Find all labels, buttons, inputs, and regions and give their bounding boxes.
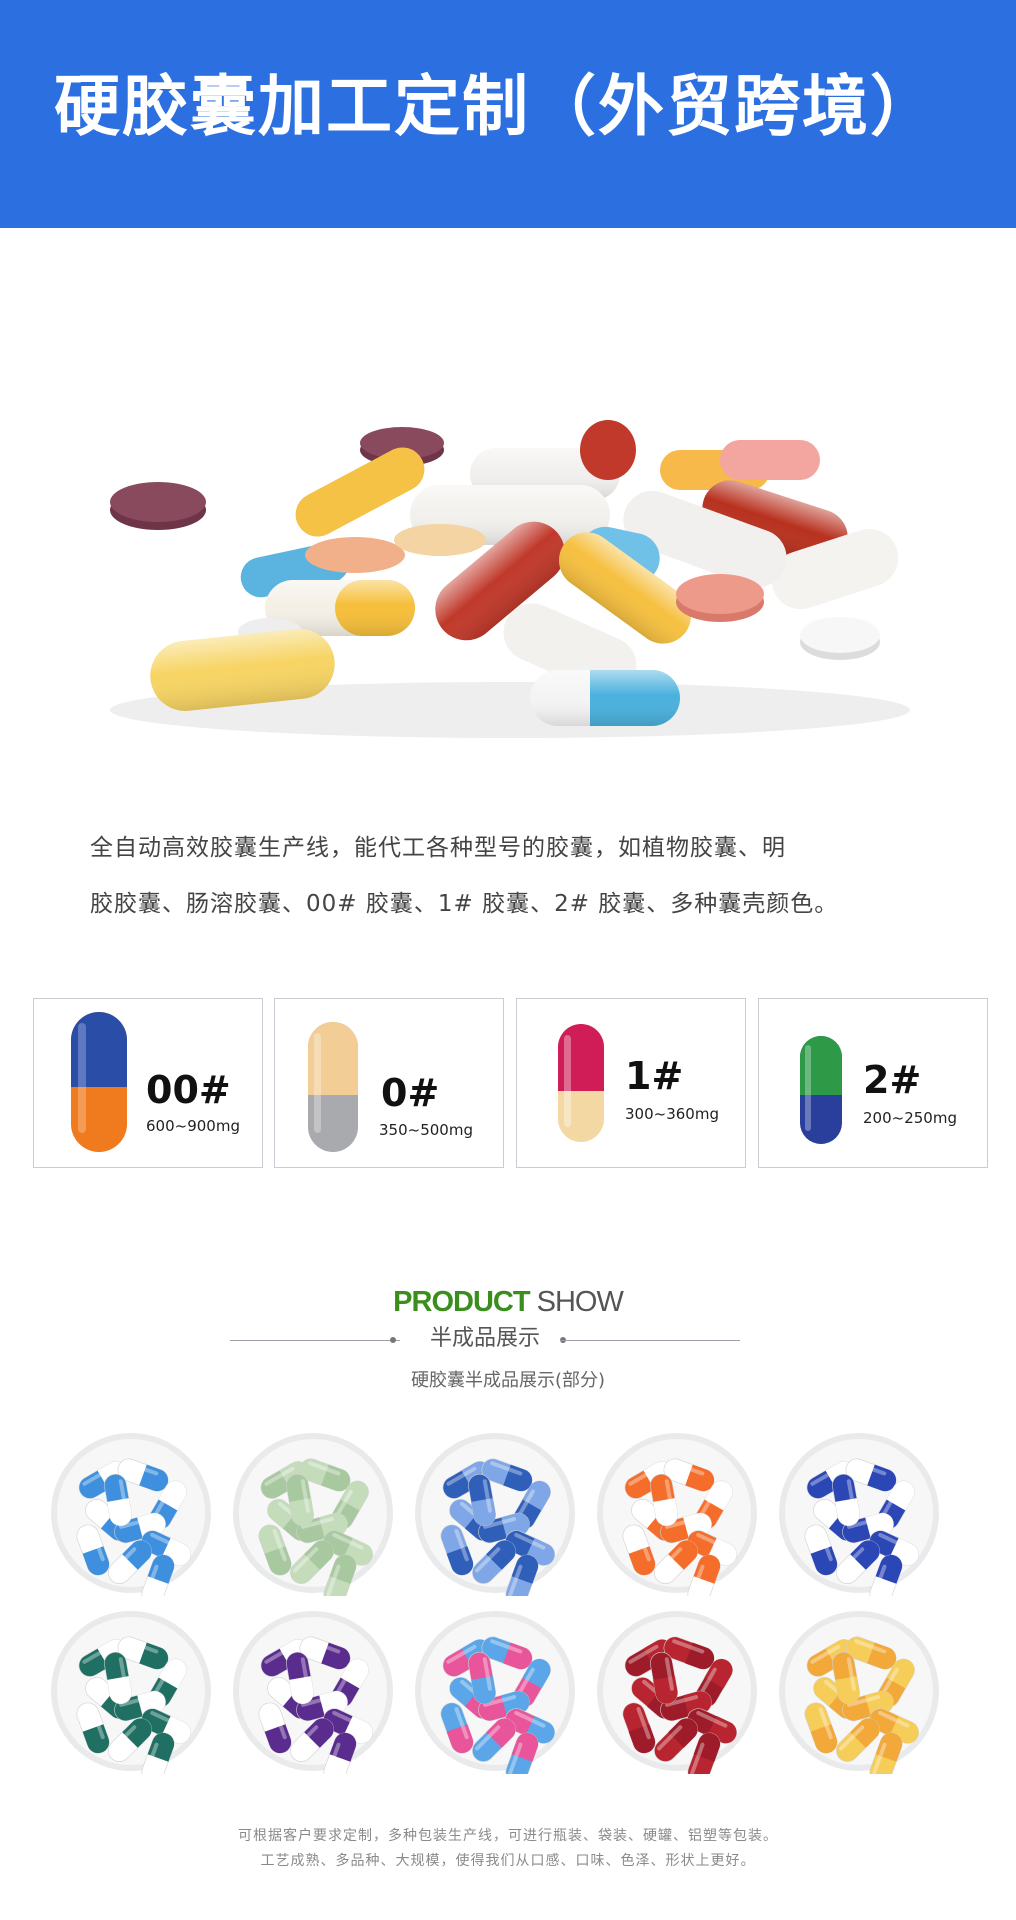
- page: 硬胶囊加工定制（外贸跨境） 全自动高效胶囊生产线，能代工各种型号的胶囊，如植物胶…: [0, 0, 1016, 1920]
- capsule-2-icon: [800, 1036, 842, 1144]
- size-label: 2#: [863, 1058, 922, 1102]
- capsule-1-icon: [558, 1024, 604, 1142]
- bowl-pink-blue: [415, 1611, 575, 1774]
- product-show-title-bold: PRODUCT: [393, 1286, 530, 1318]
- bowl-sage-green: [233, 1433, 393, 1596]
- bowl-teal-white: [51, 1611, 211, 1774]
- size-range: 200~250mg: [863, 1109, 957, 1127]
- size-card-00: 00# 600~900mg: [33, 998, 263, 1168]
- product-show-subtitle: 半成品展示: [429, 1326, 540, 1351]
- bowl-purple-white: [233, 1611, 393, 1774]
- product-bowls-grid: [48, 1430, 968, 1774]
- product-show-subtitle-row: 半成品展示: [230, 1326, 740, 1356]
- bowl-blue-light-blue: [415, 1433, 575, 1596]
- size-label: 0#: [381, 1071, 440, 1115]
- bowl-navy-white: [779, 1433, 939, 1596]
- bowl-dark-red: [597, 1611, 757, 1774]
- bowl-yellow-orange: [779, 1611, 939, 1774]
- page-title: 硬胶囊加工定制（外贸跨境）: [54, 68, 938, 145]
- size-range: 350~500mg: [379, 1121, 473, 1139]
- size-label: 00#: [146, 1068, 231, 1112]
- product-show-caption: 硬胶囊半成品展示(部分): [410, 1370, 606, 1391]
- description-line-2: 胶胶囊、肠溶胶囊、00# 胶囊、1# 胶囊、2# 胶囊、多种囊壳颜色。: [90, 891, 839, 917]
- description-line-1: 全自动高效胶囊生产线，能代工各种型号的胶囊，如植物胶囊、明: [90, 835, 786, 861]
- size-card-0: 0# 350~500mg: [274, 998, 504, 1168]
- footer-line-1: 可根据客户要求定制，多种包装生产线，可进行瓶装、袋装、硬罐、铝塑等包装。: [238, 1828, 778, 1844]
- size-card-2: 2# 200~250mg: [758, 998, 988, 1168]
- divider-right: [560, 1340, 740, 1341]
- footer-line-2: 工艺成熟、多品种、大规模，使得我们从口感、口味、色泽、形状上更好。: [260, 1853, 756, 1869]
- size-range: 300~360mg: [625, 1105, 719, 1123]
- capsule-size-cards: 00# 600~900mg 0# 350~500mg 1# 300~360mg: [33, 998, 991, 1170]
- bowl-blue-white: [51, 1433, 211, 1596]
- product-show-title: PRODUCT SHOW: [0, 1288, 1016, 1317]
- size-label: 1#: [625, 1054, 684, 1098]
- size-card-1: 1# 300~360mg: [516, 998, 746, 1168]
- capsule-00-icon: [71, 1012, 127, 1152]
- header-banner: 硬胶囊加工定制（外贸跨境）: [0, 0, 1016, 228]
- product-show-title-light: SHOW: [536, 1286, 624, 1318]
- size-range: 600~900mg: [146, 1117, 240, 1135]
- bowl-orange-white: [597, 1433, 757, 1596]
- footer-text: 可根据客户要求定制，多种包装生产线，可进行瓶装、袋装、硬罐、铝塑等包装。 工艺成…: [0, 1824, 1016, 1874]
- capsule-0-icon: [308, 1022, 358, 1152]
- hero-pills-image: [80, 380, 940, 760]
- description-text: 全自动高效胶囊生产线，能代工各种型号的胶囊，如植物胶囊、明 胶胶囊、肠溶胶囊、0…: [90, 820, 930, 932]
- pills-illustration: [110, 420, 910, 738]
